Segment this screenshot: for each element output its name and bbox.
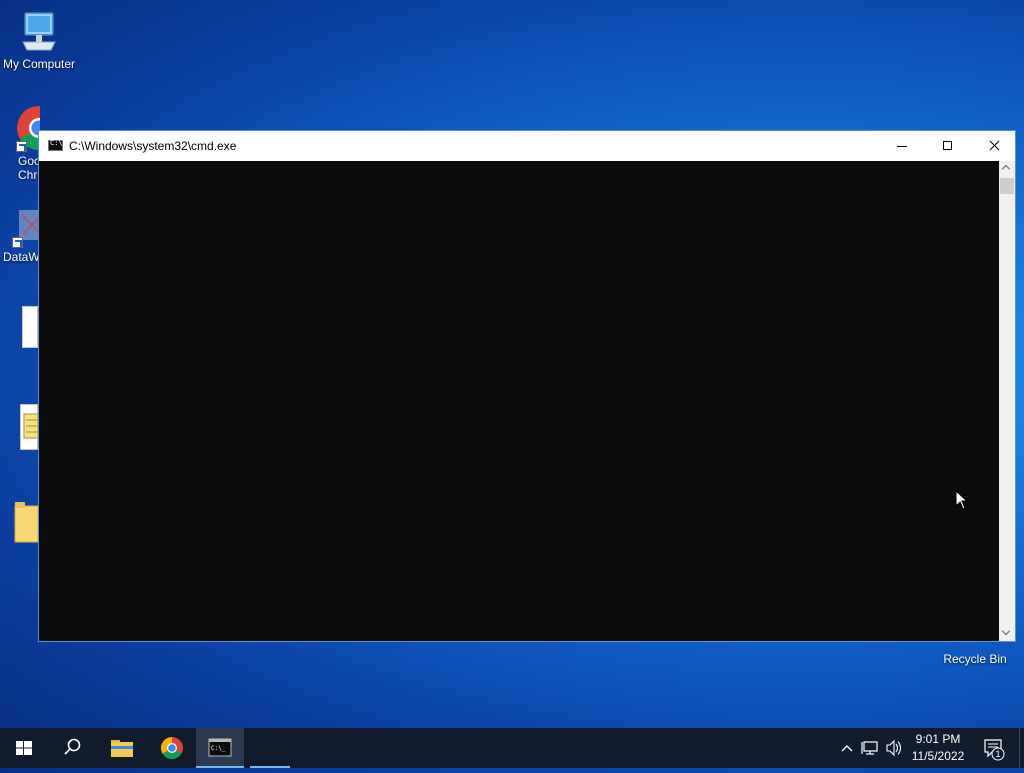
close-button[interactable] [971, 131, 1017, 161]
cmd-window[interactable]: C:\Windows\system32\cmd.exe [38, 130, 1016, 642]
chevron-up-icon [841, 745, 853, 752]
desktop-icon-notepad[interactable] [19, 403, 39, 453]
desktop-icon-document[interactable] [22, 306, 38, 348]
clock[interactable]: 9:01 PM 11/5/2022 [906, 731, 970, 765]
desktop-icon-label: Goo Chro [18, 154, 40, 182]
mouse-cursor-icon [955, 490, 969, 510]
desktop-icon-label: DataW [3, 250, 40, 264]
cmd-icon [48, 139, 63, 151]
start-button[interactable] [0, 728, 48, 768]
chrome-icon [161, 737, 183, 759]
action-center-button[interactable]: 1 [980, 728, 1010, 768]
show-hidden-icons-button[interactable] [838, 728, 856, 768]
clock-time: 9:01 PM [915, 732, 961, 746]
taskbar-google-chrome[interactable] [148, 728, 196, 768]
scroll-thumb[interactable] [1000, 178, 1014, 194]
notification-icon [984, 739, 1005, 761]
taskbar-file-explorer[interactable] [98, 728, 146, 768]
shortcut-arrow-icon [12, 237, 23, 248]
computer-icon [22, 12, 56, 51]
console-area[interactable] [39, 161, 999, 641]
scroll-up-icon[interactable] [999, 161, 1015, 177]
desktop-icon-label: Recycle Bin [943, 652, 1007, 666]
shortcut-arrow-icon [16, 141, 27, 152]
desktop-icon-my-computer[interactable]: My Computer [0, 10, 78, 71]
notepad-icon [19, 403, 39, 451]
minimize-button[interactable] [879, 131, 925, 161]
taskbar: C:\_ 9:01 PM 11/5/2022 1 [0, 728, 1024, 768]
vertical-scrollbar[interactable] [999, 161, 1015, 641]
speaker-icon [886, 739, 902, 757]
clock-date: 11/5/2022 [911, 749, 965, 763]
notification-badge: 1 [995, 749, 1001, 759]
folder-icon [111, 740, 133, 757]
scroll-down-icon[interactable] [999, 625, 1015, 641]
network-icon [861, 741, 878, 755]
document-icon [22, 306, 38, 348]
taskbar-command-prompt[interactable]: C:\_ [196, 728, 244, 768]
desktop-icon-google-chrome[interactable]: Goo Chro [0, 104, 40, 182]
window-titlebar[interactable]: C:\Windows\system32\cmd.exe [39, 131, 1015, 161]
folder-icon [14, 502, 39, 543]
desktop-icon-dataw[interactable]: DataW [0, 206, 40, 264]
window-title: C:\Windows\system32\cmd.exe [69, 139, 237, 153]
windows-logo-icon [16, 741, 32, 755]
desktop-icon-folder[interactable] [14, 502, 39, 547]
show-desktop-button[interactable] [1019, 728, 1024, 768]
volume-button[interactable] [884, 728, 904, 768]
search-button[interactable] [48, 728, 96, 768]
maximize-button[interactable] [925, 131, 971, 161]
desktop-icon-recycle-bin[interactable]: Recycle Bin [936, 644, 1014, 666]
svg-text:C:\_: C:\_ [211, 745, 226, 752]
search-icon [64, 738, 81, 755]
network-button[interactable] [860, 728, 882, 768]
cmd-icon: C:\_ [208, 738, 232, 757]
desktop-icon-label: My Computer [2, 57, 76, 71]
taskbar-item-indicator[interactable] [250, 728, 290, 768]
